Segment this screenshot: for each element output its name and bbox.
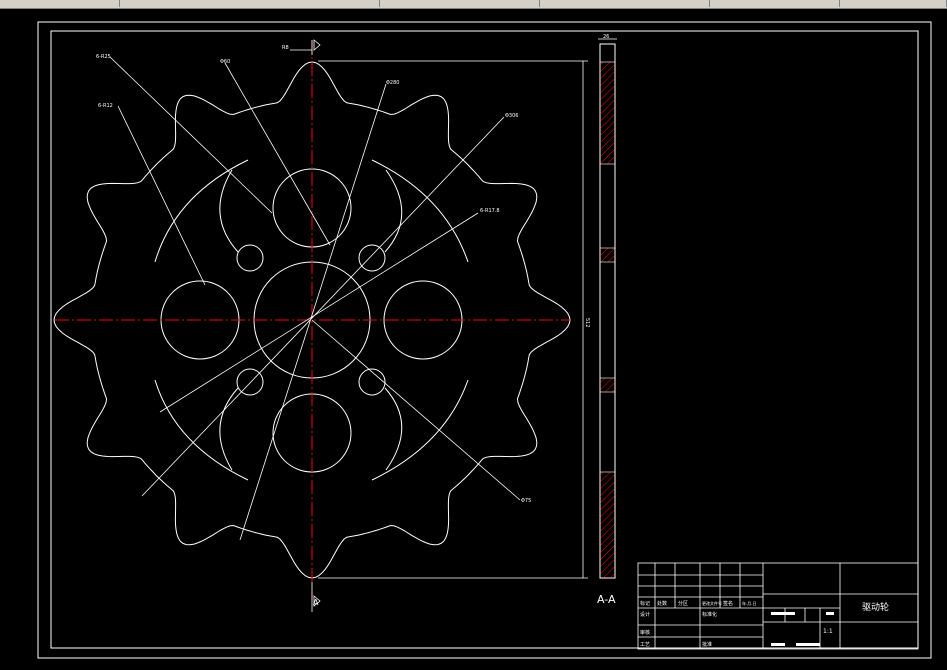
crescent-arc — [371, 159, 469, 263]
section-hatch — [599, 61, 616, 165]
tb-review: 审核 — [640, 629, 650, 636]
tb-mark: 标记 — [640, 600, 650, 607]
dim-text-phi60: Φ60 — [220, 59, 230, 65]
toolbar-segment[interactable] — [0, 0, 120, 7]
crescent-arc — [154, 379, 249, 481]
tb-change: 更改文件号 — [702, 600, 722, 606]
tb-process: 工艺 — [640, 642, 650, 648]
crescent-arc — [371, 379, 469, 481]
dim-text-phi280: Φ280 — [386, 80, 399, 86]
toolbar-segment[interactable] — [840, 0, 947, 7]
dim-text-r17-8: 6-R17.8 — [480, 208, 500, 214]
crescent-arc — [384, 387, 403, 471]
crescent-arc — [219, 387, 239, 471]
drawing-svg[interactable]: 6-R25 6-R12 Φ60 R8 Φ280 Φ306 6-R17.8 Φ75… — [0, 9, 947, 666]
cad-drawing-canvas[interactable]: 6-R25 6-R12 Φ60 R8 Φ280 Φ306 6-R17.8 Φ75… — [0, 9, 947, 666]
section-label: A-A — [597, 593, 616, 606]
small-hole-circle — [358, 244, 386, 272]
dim-text-phi75: Φ75 — [521, 498, 531, 504]
tb-sign: 签名 — [723, 600, 733, 607]
toolbar-segment[interactable] — [540, 0, 710, 7]
dim-text-r8: R8 — [282, 45, 289, 51]
tb-zone: 分区 — [678, 600, 688, 607]
dim-text-r25: 6-R25 — [96, 54, 111, 60]
section-hatch — [599, 471, 616, 579]
toolbar-segment[interactable] — [380, 0, 540, 7]
scale-text: 1:1 — [823, 628, 833, 635]
small-hole-circle — [236, 244, 264, 272]
crescent-arc — [219, 169, 239, 253]
section-hatch — [599, 247, 616, 263]
tb-date: 年.月.日 — [742, 600, 757, 606]
inner-frame — [50, 30, 919, 649]
view-marker-bottom: A — [313, 598, 319, 607]
tb-standard: 标准化 — [702, 611, 717, 618]
section-view-a-a — [598, 38, 617, 579]
section-hatch — [599, 377, 616, 393]
tb-designer: 设计 — [640, 611, 650, 618]
crescent-arc — [384, 169, 403, 253]
dim-text-26: 26 — [603, 34, 609, 40]
dim-text-r12: 6-R12 — [98, 103, 113, 109]
toolbar-segment[interactable] — [710, 0, 840, 7]
tb-count: 处数 — [657, 600, 667, 607]
outer-frame — [37, 21, 932, 659]
toolbar-segment[interactable] — [120, 0, 380, 7]
small-hole-circle — [358, 368, 386, 396]
leader-lines — [109, 49, 521, 541]
tb-approve: 批准 — [702, 641, 712, 648]
dim-text-512: 512 — [584, 318, 590, 328]
part-name: 驱动轮 — [862, 601, 889, 613]
dim-text-phi306: Φ306 — [505, 113, 518, 119]
application-toolbar — [0, 0, 947, 9]
